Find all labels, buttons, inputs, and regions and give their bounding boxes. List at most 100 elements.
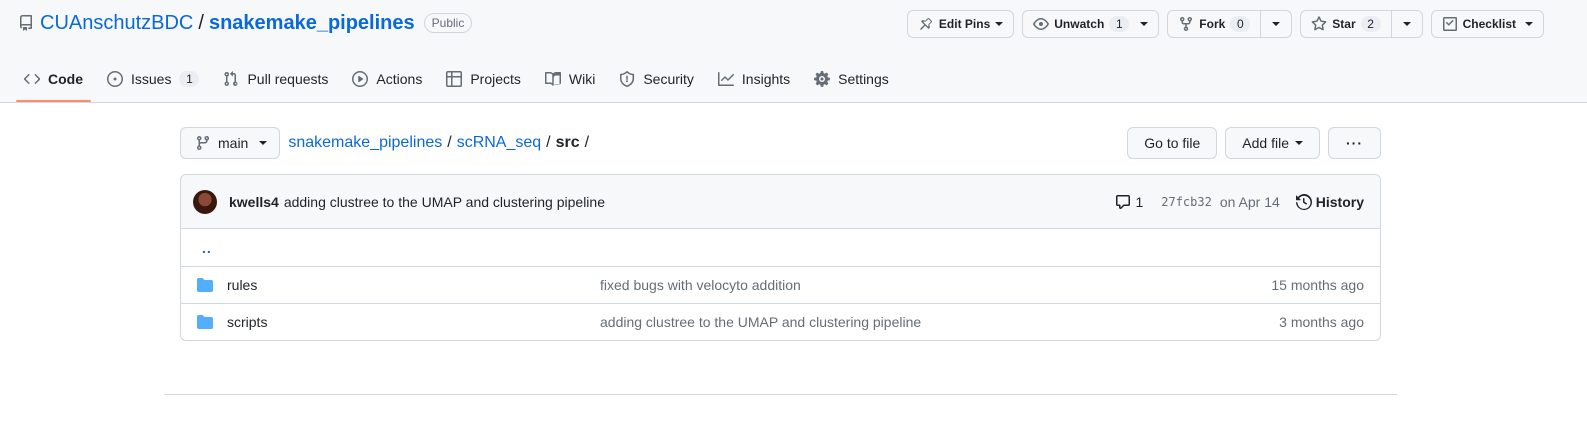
edit-pins-label: Edit Pins	[938, 17, 991, 31]
tab-wiki[interactable]: Wiki	[537, 60, 603, 98]
tab-label: Projects	[470, 71, 521, 87]
star-button-group: Star 2	[1300, 10, 1423, 38]
commit-date: on Apr 14	[1219, 193, 1280, 210]
star-count: 2	[1360, 16, 1381, 32]
chevron-down-icon	[1295, 141, 1303, 145]
star-dropdown-button[interactable]	[1390, 11, 1422, 37]
breadcrumb-separator: /	[447, 134, 452, 151]
breadcrumb-separator: /	[546, 134, 551, 151]
add-file-button[interactable]: Add file	[1225, 127, 1320, 159]
commit-sha-link[interactable]: 27fcb32	[1161, 195, 1212, 209]
repo-tabs: Code Issues 1 Pull requests Actions Proj…	[16, 60, 905, 102]
repo-name-link[interactable]: snakemake_pipelines	[209, 12, 415, 35]
commit-message-link[interactable]: adding clustree to the UMAP and clusteri…	[284, 194, 605, 210]
code-icon	[24, 71, 40, 87]
tab-actions[interactable]: Actions	[344, 60, 430, 98]
file-browser: main snakemake_pipelines / scRNA_seq / s…	[180, 127, 1381, 341]
star-button[interactable]: Star 2	[1301, 11, 1390, 37]
git-branch-icon	[195, 135, 211, 151]
file-commit-message-link[interactable]: adding clustree to the UMAP and clusteri…	[600, 314, 1279, 330]
shield-icon	[619, 71, 635, 87]
unwatch-label: Unwatch	[1054, 17, 1105, 31]
table-row[interactable]: rules fixed bugs with velocyto addition …	[181, 266, 1380, 303]
comment-icon	[1115, 194, 1131, 210]
issue-opened-icon	[107, 71, 123, 87]
fork-button-group: Fork 0	[1167, 10, 1293, 38]
commit-comments-link[interactable]: 1	[1115, 194, 1143, 210]
checkbox-icon	[1442, 16, 1458, 32]
repo-icon	[18, 15, 34, 31]
file-commit-age: 3 months ago	[1279, 314, 1364, 330]
edit-pins-button[interactable]: Edit Pins	[906, 10, 1015, 38]
table-row[interactable]: scripts adding clustree to the UMAP and …	[181, 303, 1380, 340]
kebab-horizontal-icon: ···	[1346, 135, 1363, 151]
tab-security[interactable]: Security	[611, 60, 702, 98]
tab-label: Issues	[131, 71, 172, 87]
footer-divider	[164, 394, 1397, 395]
chevron-down-icon	[259, 141, 268, 145]
chevron-down-icon	[995, 22, 1004, 26]
pin-icon	[918, 16, 934, 32]
repo-forked-icon	[1178, 16, 1194, 32]
file-commit-message-link[interactable]: fixed bugs with velocyto addition	[600, 277, 1271, 293]
parent-directory-link[interactable]: ..	[202, 240, 212, 256]
graph-icon	[717, 71, 734, 87]
watch-count: 1	[1109, 16, 1130, 32]
parent-directory-row[interactable]: ..	[181, 229, 1380, 266]
tab-label: Wiki	[568, 71, 596, 87]
file-table: kwells4 adding clustree to the UMAP and …	[180, 174, 1381, 341]
tab-projects[interactable]: Projects	[438, 60, 529, 98]
chevron-down-icon	[1402, 22, 1411, 26]
star-label: Star	[1332, 17, 1356, 31]
file-nav-row: main snakemake_pipelines / scRNA_seq / s…	[180, 127, 1381, 159]
checklist-button[interactable]: Checklist	[1430, 10, 1544, 38]
visibility-badge: Public	[423, 13, 473, 33]
comment-count: 1	[1135, 193, 1144, 210]
fork-button[interactable]: Fork 0	[1168, 11, 1260, 37]
tab-pull-requests[interactable]: Pull requests	[215, 60, 336, 98]
table-icon	[446, 71, 463, 87]
repo-owner-link[interactable]: CUAnschutzBDC	[40, 12, 193, 35]
tab-label: Settings	[838, 71, 889, 87]
file-name-link[interactable]: rules	[227, 277, 600, 293]
tab-insights[interactable]: Insights	[710, 60, 798, 98]
chevron-down-icon	[1140, 22, 1149, 26]
history-icon	[1295, 193, 1312, 210]
tab-issues[interactable]: Issues 1	[99, 60, 207, 98]
breadcrumb: snakemake_pipelines / scRNA_seq / src /	[288, 134, 594, 152]
breadcrumb-current: src	[555, 134, 580, 151]
history-button[interactable]: History	[1295, 193, 1364, 210]
history-label: History	[1315, 193, 1364, 210]
branch-name: main	[218, 135, 249, 151]
unwatch-button[interactable]: Unwatch 1	[1022, 10, 1160, 38]
breadcrumb-link-scrna-seq[interactable]: scRNA_seq	[457, 134, 541, 152]
tab-label: Insights	[741, 71, 791, 87]
file-actions: Go to file Add file ···	[1127, 127, 1381, 159]
repo-separator: /	[198, 11, 204, 34]
chevron-down-icon	[1272, 22, 1281, 26]
tab-code[interactable]: Code	[16, 60, 91, 102]
tab-label: Pull requests	[247, 71, 329, 87]
tab-settings[interactable]: Settings	[806, 60, 897, 98]
go-to-file-button[interactable]: Go to file	[1127, 127, 1218, 159]
repo-actions: Edit Pins Unwatch 1 Fork 0 Star 2 Checkl…	[906, 10, 1544, 38]
eye-icon	[1033, 16, 1050, 32]
fork-dropdown-button[interactable]	[1260, 11, 1291, 37]
repo-header: CUAnschutzBDC / snakemake_pipelines Publ…	[0, 0, 1587, 103]
more-options-button[interactable]: ···	[1328, 127, 1381, 159]
issues-count: 1	[179, 71, 200, 87]
commit-author-link[interactable]: kwells4	[229, 194, 279, 210]
avatar[interactable]	[193, 189, 217, 214]
gear-icon	[814, 71, 831, 87]
commit-meta: 1 27fcb32 on Apr 14 History	[1115, 193, 1364, 210]
fork-count: 0	[1230, 16, 1251, 32]
folder-icon	[197, 314, 213, 330]
folder-icon	[197, 277, 213, 293]
repo-title: CUAnschutzBDC / snakemake_pipelines Publ…	[18, 10, 473, 36]
breadcrumb-link-repo[interactable]: snakemake_pipelines	[288, 134, 442, 152]
checklist-label: Checklist	[1462, 17, 1516, 31]
tab-label: Code	[48, 71, 83, 87]
branch-selector[interactable]: main	[180, 127, 281, 159]
latest-commit-bar: kwells4 adding clustree to the UMAP and …	[181, 175, 1380, 229]
file-name-link[interactable]: scripts	[227, 314, 600, 330]
